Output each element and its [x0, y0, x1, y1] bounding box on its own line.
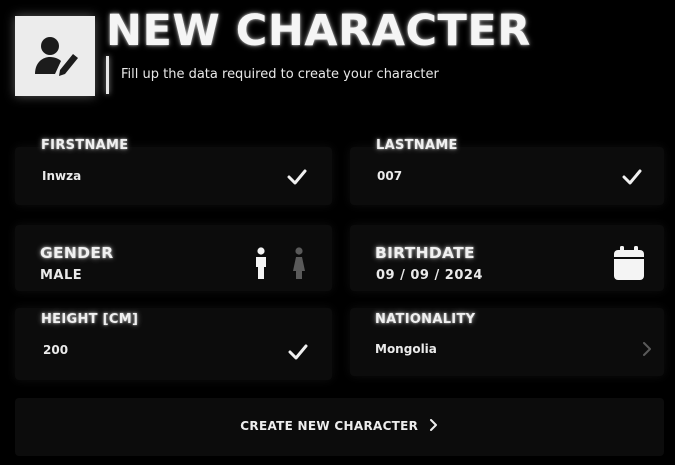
lastname-label: LASTNAME — [376, 138, 458, 153]
female-icon[interactable] — [292, 247, 306, 280]
check-icon — [288, 344, 308, 360]
chevron-right-icon — [429, 419, 437, 431]
check-icon — [287, 169, 307, 185]
create-character-label: CREATE NEW CHARACTER — [15, 419, 664, 433]
gender-value: MALE — [40, 268, 83, 283]
nationality-value[interactable]: Mongolia — [375, 342, 437, 356]
chevron-right-icon[interactable] — [642, 342, 652, 356]
gender-label: GENDER — [40, 244, 114, 262]
calendar-icon[interactable] — [614, 246, 644, 280]
title-divider — [106, 56, 109, 94]
birthdate-value[interactable]: 09 / 09 / 2024 — [376, 268, 483, 283]
male-icon[interactable] — [254, 247, 268, 280]
user-edit-icon — [35, 37, 78, 76]
firstname-value[interactable]: Inwza — [42, 169, 81, 183]
page-subtitle: Fill up the data required to create your… — [121, 67, 439, 82]
check-icon — [622, 169, 642, 185]
height-label: HEIGHT [CM] — [41, 312, 139, 327]
birthdate-label: BIRTHDATE — [375, 244, 475, 262]
lastname-value[interactable]: 007 — [377, 169, 402, 183]
character-avatar-badge — [15, 16, 95, 96]
page-title: NEW CHARACTER — [106, 6, 531, 56]
nationality-label: NATIONALITY — [375, 312, 476, 327]
firstname-label: FIRSTNAME — [41, 138, 129, 153]
create-character-button[interactable]: CREATE NEW CHARACTER — [15, 398, 664, 456]
height-value[interactable]: 200 — [43, 343, 68, 357]
create-character-text: CREATE NEW CHARACTER — [240, 419, 419, 433]
